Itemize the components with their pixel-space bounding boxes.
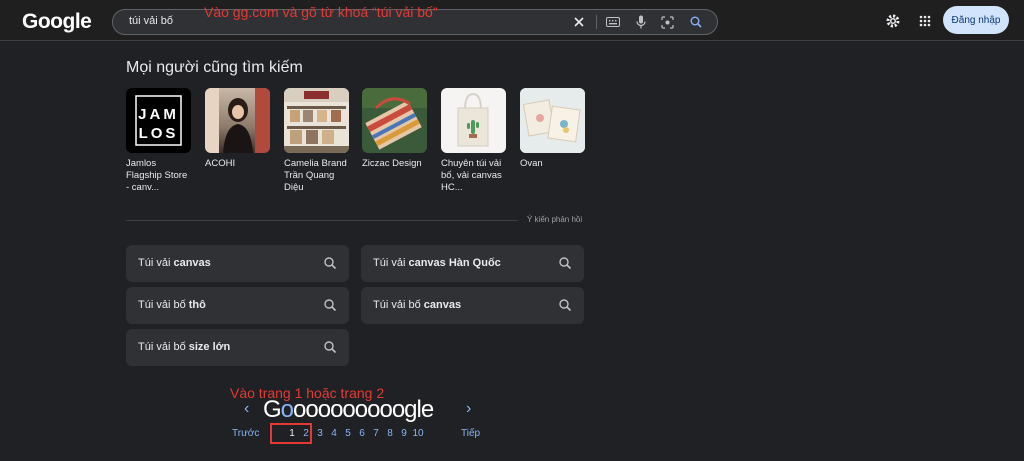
feedback-link[interactable]: Ý kiến phản hồi: [527, 215, 582, 224]
related-search-text: Túi vải bố canvas: [373, 299, 462, 311]
settings-gear-icon[interactable]: [882, 10, 904, 32]
entity-card-acohi[interactable]: ACOHI: [205, 88, 270, 170]
page-3[interactable]: 3: [313, 428, 327, 439]
sign-in-button[interactable]: Đăng nhập: [943, 6, 1009, 34]
related-search-text: Túi vải bố thô: [138, 299, 206, 311]
jamlos-logo-line1: JAM: [138, 106, 179, 123]
entity-card-ovan[interactable]: Ovan: [520, 88, 585, 170]
jamlos-logo-image: JAM LOS: [126, 88, 191, 153]
search-icon: [559, 299, 572, 312]
chevron-left-icon[interactable]: ‹: [244, 400, 249, 418]
related-search-text: Túi vải bố size lớn: [138, 341, 231, 353]
entity-card-label: ACOHI: [205, 158, 236, 169]
related-search-text: Túi vải canvas Hàn Quốc: [373, 257, 501, 269]
top-bar: Google túi vải bố Vào gg.com và gõ từ kh…: [0, 0, 1024, 41]
page-10[interactable]: 10: [411, 428, 425, 439]
search-icon[interactable]: [686, 12, 706, 32]
search-icon: [324, 257, 337, 270]
related-search-text: Túi vải canvas: [138, 257, 211, 269]
page-5[interactable]: 5: [341, 428, 355, 439]
google-logo[interactable]: Google: [22, 10, 92, 34]
annotation-highlight-box: [270, 423, 312, 444]
lens-icon[interactable]: [657, 12, 677, 32]
related-search-item[interactable]: Túi vải bố thô: [126, 287, 349, 324]
entity-card-chuyen-tui-vai[interactable]: Chuyên túi vải bố, vải canvas HC...: [441, 88, 506, 194]
section-divider: [126, 220, 518, 221]
search-icon: [324, 341, 337, 354]
previous-page-link[interactable]: Trước: [232, 428, 259, 439]
next-page-link[interactable]: Tiếp: [461, 428, 480, 439]
entity-card-label: Jamlos Flagship Store - canv...: [126, 158, 188, 193]
people-also-search-title: Mọi người cũng tìm kiếm: [126, 59, 303, 76]
search-icon: [559, 257, 572, 270]
camelia-store-photo: [284, 88, 349, 153]
acohi-photo: [205, 88, 270, 153]
search-annotation: Vào gg.com và gõ từ khoá “túi vải bố”: [204, 4, 438, 20]
ovan-bags-photo: [520, 88, 585, 153]
entity-card-label: Camelia Brand Trần Quang Diệu: [284, 158, 347, 193]
page-6[interactable]: 6: [355, 428, 369, 439]
entity-card-camelia[interactable]: Camelia Brand Trần Quang Diệu: [284, 88, 349, 194]
tote-bag-photo: [441, 88, 506, 153]
page-8[interactable]: 8: [383, 428, 397, 439]
entity-card-label: Ziczac Design: [362, 158, 422, 169]
chevron-right-icon[interactable]: ›: [466, 400, 471, 418]
related-search-item[interactable]: Túi vải canvas: [126, 245, 349, 282]
entity-card-jamlos[interactable]: JAM LOS Jamlos Flagship Store - canv...: [126, 88, 191, 194]
related-search-item[interactable]: Túi vải bố size lớn: [126, 329, 349, 366]
ziczac-bag-photo: [362, 88, 427, 153]
entity-card-label: Chuyên túi vải bố, vải canvas HC...: [441, 158, 502, 193]
related-search-item[interactable]: Túi vải canvas Hàn Quốc: [361, 245, 584, 282]
apps-grid-icon[interactable]: [914, 10, 936, 32]
page-4[interactable]: 4: [327, 428, 341, 439]
gooogle-pagination-logo: Goooooooooogle: [263, 396, 434, 423]
entity-card-ziczac[interactable]: Ziczac Design: [362, 88, 427, 170]
search-input[interactable]: túi vải bố: [129, 15, 173, 27]
jamlos-logo-line2: LOS: [139, 125, 179, 142]
microphone-icon[interactable]: [631, 12, 651, 32]
related-search-item[interactable]: Túi vải bố canvas: [361, 287, 584, 324]
search-divider: [596, 15, 597, 29]
page-9[interactable]: 9: [397, 428, 411, 439]
search-icon: [324, 299, 337, 312]
clear-icon[interactable]: [569, 12, 589, 32]
entity-card-label: Ovan: [520, 158, 543, 169]
page-7[interactable]: 7: [369, 428, 383, 439]
keyboard-icon[interactable]: [603, 12, 623, 32]
